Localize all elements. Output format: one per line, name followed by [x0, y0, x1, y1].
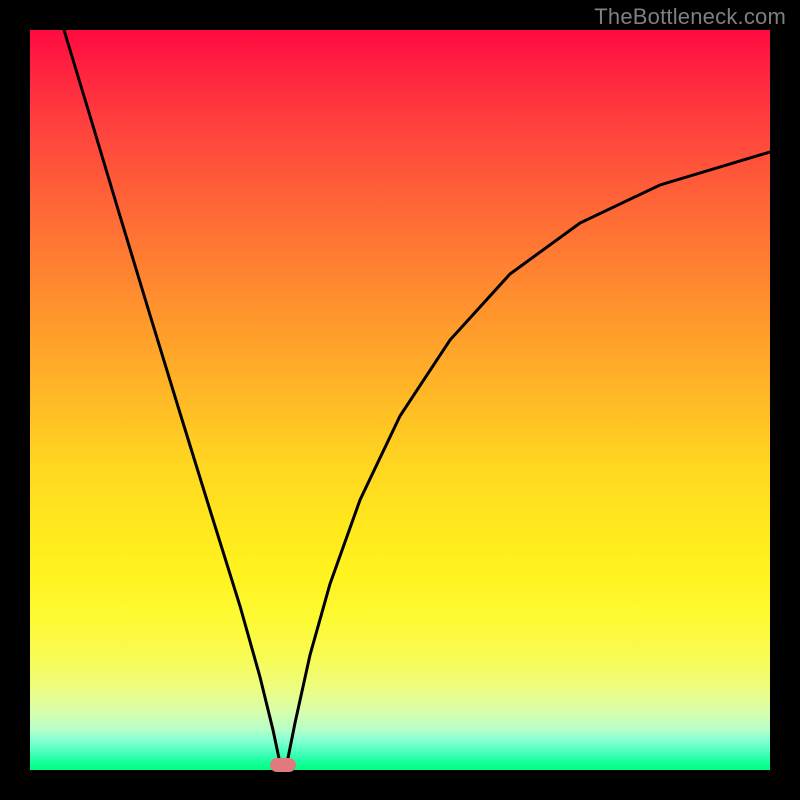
bottleneck-curve — [30, 30, 770, 770]
plot-area — [30, 30, 770, 770]
chart-frame: TheBottleneck.com — [0, 0, 800, 800]
watermark-text: TheBottleneck.com — [594, 4, 786, 30]
curve-right-branch — [287, 152, 770, 763]
optimal-marker — [270, 758, 296, 772]
curve-left-branch — [64, 30, 280, 763]
